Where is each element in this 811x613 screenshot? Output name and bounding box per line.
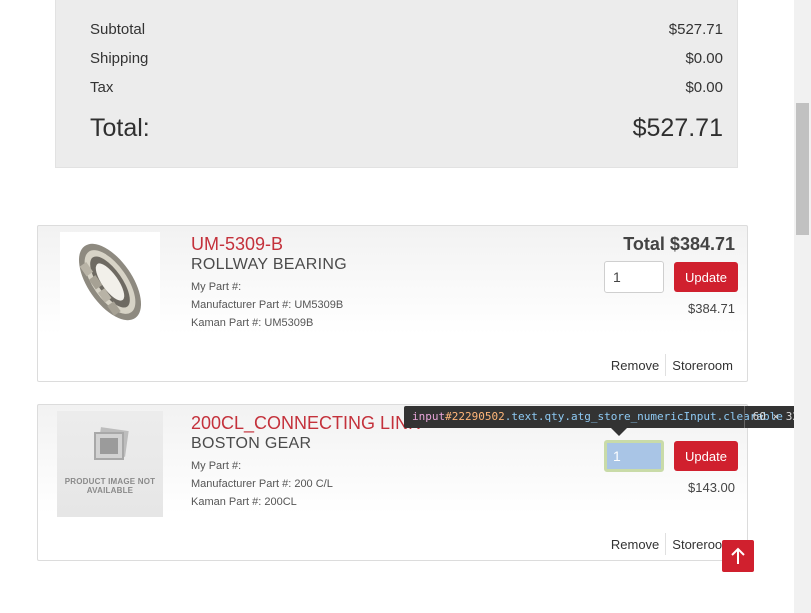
total-label: Total: xyxy=(90,114,150,142)
update-button[interactable]: Update xyxy=(674,441,738,471)
update-button[interactable]: Update xyxy=(674,262,738,292)
manufacturer-name: ROLLWAY BEARING xyxy=(191,256,347,273)
tax-label: Tax xyxy=(90,79,114,96)
subtotal-value: $527.71 xyxy=(668,21,723,38)
product-name[interactable]: 200CL_CONNECTING LINK xyxy=(191,413,420,434)
item-total: Total $384.71 xyxy=(623,234,735,254)
total-value: $527.71 xyxy=(632,114,723,142)
tooltip-classes: .text.qty.atg_store_numericInput.clearab… xyxy=(504,410,783,423)
tooltip-tag: input xyxy=(412,410,446,423)
storeroom-link[interactable]: Storeroom xyxy=(668,358,737,373)
divider xyxy=(665,533,667,555)
tooltip-dimensions: 60 × 32 xyxy=(743,406,799,428)
remove-link[interactable]: Remove xyxy=(607,358,663,373)
my-part: My Part #: xyxy=(191,281,242,293)
tax-value: $0.00 xyxy=(685,79,723,96)
divider xyxy=(665,354,667,376)
back-to-top-button[interactable] xyxy=(722,540,754,572)
line-price: $143.00 xyxy=(688,480,735,495)
remove-link[interactable]: Remove xyxy=(607,537,663,552)
shipping-label: Shipping xyxy=(90,50,149,67)
order-summary: y Subtotal $527.71 Shipping $0.00 Tax $0… xyxy=(55,0,738,168)
devtools-inspect-tooltip: input#22290502.text.qty.atg_store_numeri… xyxy=(404,406,807,428)
kaman-part: Kaman Part #: 200CL xyxy=(191,496,297,508)
tooltip-arrow xyxy=(611,428,627,436)
cart-item: UM-5309-B ROLLWAY BEARING My Part #: Man… xyxy=(37,225,748,382)
manufacturer-name: BOSTON GEAR xyxy=(191,435,312,452)
placeholder-text: PRODUCT IMAGE NOT AVAILABLE xyxy=(64,477,156,495)
scrollbar[interactable] xyxy=(794,0,811,613)
tooltip-id: #22290502 xyxy=(445,410,505,423)
item-actions: Remove Storeroom xyxy=(607,532,737,556)
product-name[interactable]: UM-5309-B xyxy=(191,234,283,255)
quantity-input[interactable] xyxy=(604,261,664,293)
manufacturer-part: Manufacturer Part #: 200 C/L xyxy=(191,478,333,490)
my-part: My Part #: xyxy=(191,460,242,472)
product-image-placeholder[interactable]: PRODUCT IMAGE NOT AVAILABLE xyxy=(57,411,163,517)
item-actions: Remove Storeroom xyxy=(607,353,737,377)
scrollbar-thumb[interactable] xyxy=(796,103,809,235)
shipping-value: $0.00 xyxy=(685,50,723,67)
kaman-part: Kaman Part #: UM5309B xyxy=(191,317,314,329)
arrow-up-icon xyxy=(731,547,745,564)
image-stack-icon xyxy=(94,427,129,460)
product-image[interactable] xyxy=(60,232,160,332)
line-price: $384.71 xyxy=(688,301,735,316)
quantity-input[interactable] xyxy=(604,440,664,472)
subtotal-label: Subtotal xyxy=(90,21,146,38)
bearing-image-icon xyxy=(78,243,142,321)
manufacturer-part: Manufacturer Part #: UM5309B xyxy=(191,299,344,311)
